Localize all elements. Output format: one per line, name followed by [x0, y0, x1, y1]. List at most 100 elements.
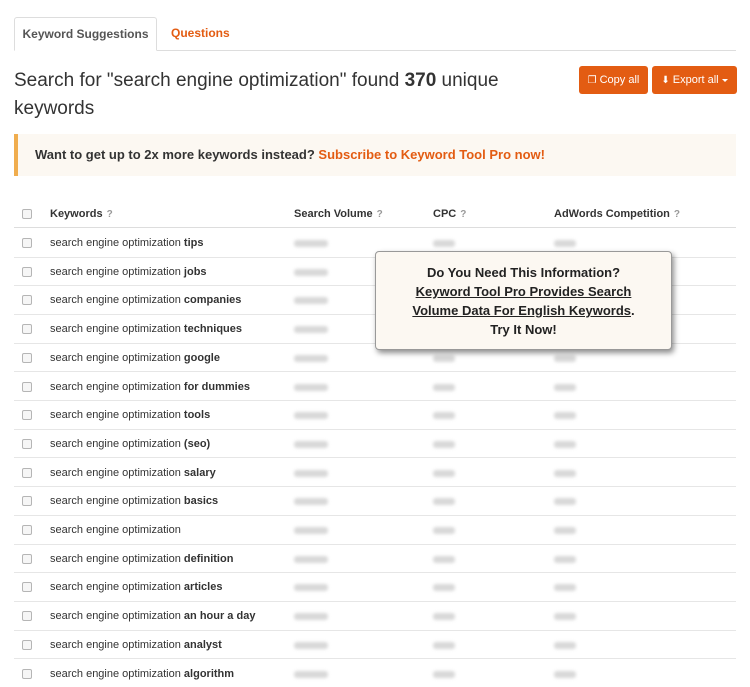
row-checkbox[interactable]	[22, 238, 32, 248]
table-row: search engine optimization basics	[14, 487, 736, 516]
row-checkbox[interactable]	[22, 467, 32, 478]
column-adwords-competition[interactable]: AdWords Competition?	[554, 200, 680, 229]
table-row: search engine optimization analyst	[14, 631, 736, 660]
popup-link-line1[interactable]: Keyword Tool Pro Provides Search	[416, 284, 632, 299]
keyword-cell[interactable]: search engine optimization for dummies	[50, 373, 250, 401]
download-icon: ⬇	[661, 75, 670, 86]
keyword-cell[interactable]: search engine optimization jobs	[50, 258, 207, 286]
search-volume-blurred	[294, 527, 328, 534]
competition-blurred	[554, 412, 576, 420]
row-checkbox[interactable]	[22, 352, 32, 363]
export-all-button[interactable]: ⬇ Export all	[652, 66, 737, 94]
help-icon[interactable]: ?	[107, 209, 113, 220]
keyword-cell[interactable]: search engine optimization articles	[50, 573, 222, 601]
keyword-cell[interactable]: search engine optimization an hour a day	[50, 602, 255, 630]
search-volume-blurred	[294, 354, 328, 362]
keyword-cell[interactable]: search engine optimization basics	[50, 487, 218, 515]
row-checkbox[interactable]	[22, 410, 32, 421]
row-checkbox[interactable]	[22, 438, 32, 449]
popup-cta[interactable]: Try It Now!	[376, 320, 671, 339]
row-checkbox[interactable]	[22, 639, 32, 650]
popup-title: Do You Need This Information?	[426, 265, 621, 280]
row-checkbox[interactable]	[22, 295, 32, 306]
cpc-blurred	[433, 584, 455, 592]
competition-blurred	[554, 641, 576, 649]
search-volume-blurred	[294, 641, 328, 649]
search-volume-blurred	[294, 613, 328, 621]
help-icon[interactable]: ?	[460, 209, 466, 220]
cpc-blurred	[433, 412, 455, 420]
search-volume-blurred	[294, 240, 328, 247]
row-checkbox[interactable]	[22, 611, 32, 622]
search-volume-blurred	[294, 469, 328, 477]
competition-blurred	[554, 469, 576, 477]
competition-blurred	[554, 240, 576, 247]
promo-banner: Want to get up to 2x more keywords inste…	[14, 134, 736, 176]
cpc-blurred	[433, 498, 455, 506]
cpc-blurred	[433, 670, 455, 678]
keyword-cell[interactable]: search engine optimization salary	[50, 459, 216, 487]
keyword-cell[interactable]: search engine optimization companies	[50, 286, 241, 314]
column-search-volume[interactable]: Search Volume?	[294, 200, 383, 229]
keyword-cell[interactable]: search engine optimization analyst	[50, 631, 222, 659]
column-cpc[interactable]: CPC?	[433, 200, 466, 229]
table-row: search engine optimization salary	[14, 459, 736, 488]
results-headline: Search for "search engine optimization" …	[14, 67, 554, 123]
cpc-blurred	[433, 240, 455, 247]
row-checkbox[interactable]	[22, 525, 32, 535]
search-volume-blurred	[294, 326, 328, 334]
search-volume-blurred	[294, 412, 328, 420]
row-checkbox[interactable]	[22, 266, 32, 277]
competition-blurred	[554, 527, 576, 534]
keyword-cell[interactable]: search engine optimization google	[50, 344, 220, 372]
help-icon[interactable]: ?	[674, 209, 680, 220]
row-checkbox[interactable]	[22, 324, 32, 335]
table-row: search engine optimization for dummies	[14, 373, 736, 402]
keyword-cell[interactable]: search engine optimization algorithm	[50, 660, 234, 687]
search-volume-blurred	[294, 670, 328, 678]
cpc-blurred	[433, 354, 455, 362]
table-row: search engine optimization tools	[14, 401, 736, 430]
cpc-blurred	[433, 527, 455, 534]
row-checkbox[interactable]	[22, 668, 32, 679]
row-checkbox[interactable]	[22, 381, 32, 392]
popup-link-line2[interactable]: Volume Data For English Keywords	[412, 303, 631, 318]
promo-message: Want to get up to 2x more keywords inste…	[35, 134, 545, 176]
column-keywords[interactable]: Keywords?	[50, 200, 113, 229]
row-checkbox[interactable]	[22, 496, 32, 507]
row-checkbox[interactable]	[22, 582, 32, 593]
subscribe-link[interactable]: Subscribe to Keyword Tool Pro now!	[318, 147, 545, 162]
keyword-cell[interactable]: search engine optimization tools	[50, 401, 210, 429]
keyword-cell[interactable]: search engine optimization tips	[50, 229, 203, 257]
help-icon[interactable]: ?	[377, 209, 383, 220]
keyword-cell[interactable]: search engine optimization definition	[50, 545, 233, 573]
competition-blurred	[554, 555, 576, 563]
copy-all-button[interactable]: ❐ Copy all	[579, 66, 648, 94]
search-volume-blurred	[294, 555, 328, 563]
table-row: search engine optimization	[14, 516, 736, 545]
table-row: search engine optimization definition	[14, 545, 736, 574]
tab-bar: Keyword Suggestions Questions	[14, 17, 736, 51]
table-row: search engine optimization algorithm	[14, 660, 736, 687]
cpc-blurred	[433, 469, 455, 477]
result-count: 370	[404, 70, 437, 91]
headline-prefix: Search for "search engine optimization" …	[14, 70, 400, 91]
cpc-blurred	[433, 383, 455, 391]
keyword-cell[interactable]: search engine optimization techniques	[50, 315, 242, 343]
cpc-blurred	[433, 613, 455, 621]
competition-blurred	[554, 440, 576, 448]
cpc-blurred	[433, 641, 455, 649]
row-checkbox[interactable]	[22, 553, 32, 564]
cpc-blurred	[433, 555, 455, 563]
competition-blurred	[554, 383, 576, 391]
tab-questions[interactable]: Questions	[159, 17, 242, 51]
cpc-blurred	[433, 440, 455, 448]
table-row: search engine optimization an hour a day	[14, 602, 736, 631]
keyword-cell[interactable]: search engine optimization (seo)	[50, 430, 210, 458]
search-volume-blurred	[294, 297, 328, 305]
select-all-checkbox[interactable]	[22, 209, 32, 219]
copy-all-label: Copy all	[599, 74, 640, 86]
keyword-cell[interactable]: search engine optimization	[50, 516, 181, 544]
tab-keyword-suggestions[interactable]: Keyword Suggestions	[14, 17, 157, 51]
promo-text: Want to get up to 2x more keywords inste…	[35, 147, 315, 162]
